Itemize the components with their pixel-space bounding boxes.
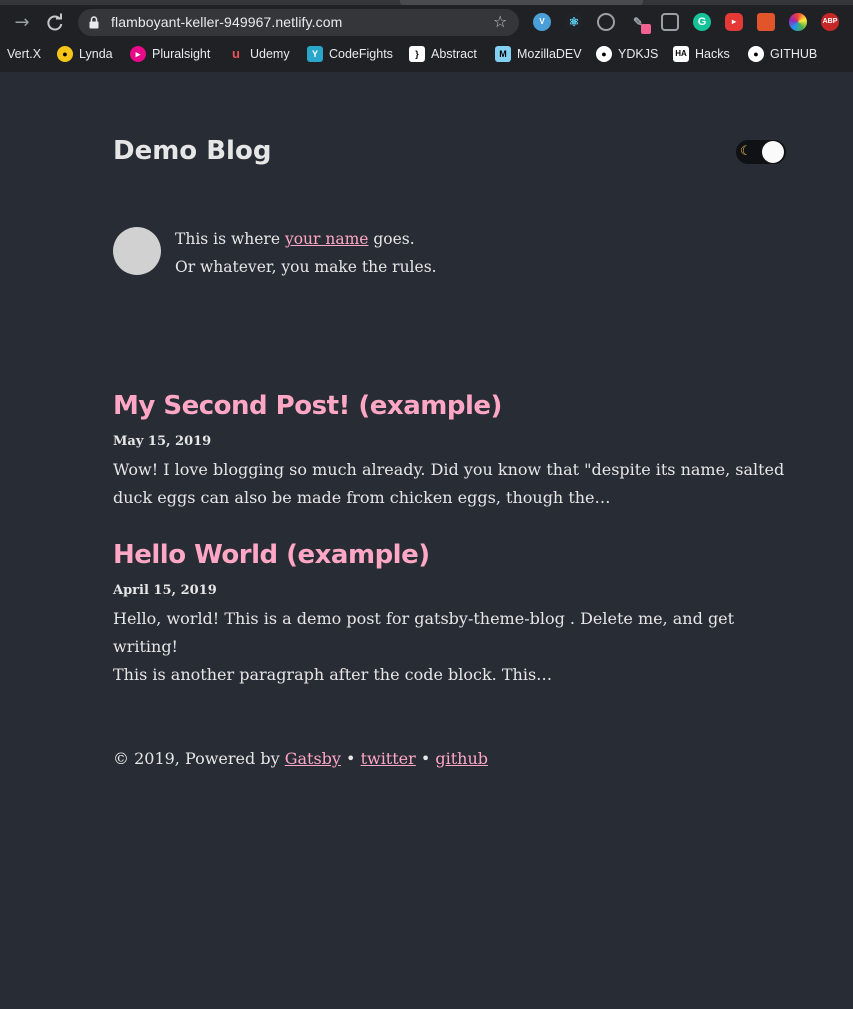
github-icon: ●	[596, 46, 612, 62]
color-picker-icon[interactable]	[789, 13, 807, 31]
bookmark-label: Hacks	[695, 47, 730, 61]
excerpt-line: Wow! I love blogging so much already. Di…	[113, 460, 785, 479]
bookmark-label: Lynda	[79, 47, 113, 61]
bookmark-hacks[interactable]: HA Hacks	[673, 44, 730, 64]
excerpt-line: This is another paragraph after the code…	[113, 665, 553, 684]
bio-name-link[interactable]: your name	[285, 230, 369, 248]
post-item: Hello World (example) April 15, 2019 Hel…	[113, 538, 785, 689]
post-item: My Second Post! (example) May 15, 2019 W…	[113, 389, 785, 512]
lock-icon	[89, 16, 99, 29]
bookmark-codefights[interactable]: Y CodeFights	[307, 44, 393, 64]
grammarly-icon[interactable]: G	[693, 13, 711, 31]
bookmark-ydkjs[interactable]: ● YDKJS	[596, 44, 658, 64]
bio-text: This is where your name goes. Or whateve…	[175, 225, 437, 281]
react-devtools-icon[interactable]: ⚛	[565, 13, 583, 31]
bookmark-label: CodeFights	[329, 47, 393, 61]
toggle-knob	[762, 141, 784, 163]
bookmark-label: MozillaDEV	[517, 47, 582, 61]
post-date: April 15, 2019	[113, 583, 217, 598]
post-date: May 15, 2019	[113, 434, 212, 449]
bookmark-label: Pluralsight	[152, 47, 211, 61]
bookmark-mozilladev[interactable]: M MozillaDEV	[495, 44, 582, 64]
bookmarks-bar: Vert.X ● Lynda ▸ Pluralsight u Udemy Y C…	[0, 42, 853, 66]
post-title-link[interactable]: Hello World (example)	[113, 538, 785, 572]
bookmark-label: YDKJS	[618, 47, 659, 61]
bookmark-vertx[interactable]: Vert.X	[7, 44, 41, 64]
github-link[interactable]: github	[435, 749, 488, 768]
bookmark-pluralsight[interactable]: ▸ Pluralsight	[130, 44, 210, 64]
mozilla-icon: M	[495, 46, 511, 62]
url-text: flamboyant-keller-949967.netlify.com	[111, 14, 343, 30]
bookmark-udemy[interactable]: u Udemy	[228, 44, 290, 64]
footer: © 2019, Powered by Gatsby • twitter • gi…	[113, 745, 488, 773]
adblock-plus-icon[interactable]: ABP	[821, 13, 839, 31]
hacks-icon: HA	[673, 46, 689, 62]
bio: This is where your name goes. Or whateve…	[113, 225, 785, 285]
abstract-icon: }	[409, 46, 425, 62]
site-title[interactable]: Demo Blog	[113, 134, 271, 168]
address-bar[interactable]: flamboyant-keller-949967.netlify.com ☆	[78, 9, 519, 36]
bookmark-label: Udemy	[250, 47, 290, 61]
twitter-link[interactable]: twitter	[361, 749, 416, 768]
extension-badge	[641, 24, 651, 34]
codefights-icon: Y	[307, 46, 323, 62]
post-excerpt: Hello, world! This is a demo post for ga…	[113, 605, 785, 689]
bookmark-abstract[interactable]: } Abstract	[409, 44, 477, 64]
forward-arrow-icon[interactable]: →	[11, 12, 33, 34]
browser-chrome: → flamboyant-keller-949967.netlify.com ☆…	[0, 0, 853, 72]
excerpt-line: Hello, world! This is a demo post for ga…	[113, 609, 735, 656]
reload-icon[interactable]	[44, 12, 66, 34]
excerpt-line: duck eggs can also be made from chicken …	[113, 488, 611, 507]
vimium-extension-icon[interactable]: V	[533, 13, 551, 31]
bookmark-label: Vert.X	[7, 47, 42, 61]
footer-separator: •	[415, 749, 436, 768]
pocket-icon[interactable]	[661, 13, 679, 31]
bookmark-label: Abstract	[431, 47, 477, 61]
lighthouse-icon[interactable]	[757, 13, 775, 31]
bio-line-1: This is where your name goes.	[175, 225, 437, 253]
theme-toggle[interactable]: ☾	[736, 140, 786, 164]
youtube-extension-icon[interactable]: ▸	[725, 13, 743, 31]
bookmark-label: GITHUB	[770, 47, 818, 61]
post-title-link[interactable]: My Second Post! (example)	[113, 389, 785, 423]
bio-suffix: goes.	[368, 230, 415, 248]
avatar	[113, 227, 161, 275]
github-icon: ●	[748, 46, 764, 62]
post-excerpt: Wow! I love blogging so much already. Di…	[113, 456, 785, 512]
bio-prefix: This is where	[175, 230, 285, 248]
target-extension-icon[interactable]	[597, 13, 615, 31]
footer-copyright: © 2019, Powered by	[113, 749, 285, 768]
footer-separator: •	[340, 749, 361, 768]
pluralsight-icon: ▸	[130, 46, 146, 62]
bookmark-lynda[interactable]: ● Lynda	[57, 44, 113, 64]
bio-line-2: Or whatever, you make the rules.	[175, 258, 437, 276]
moon-icon: ☾	[740, 144, 752, 159]
bookmark-star-icon[interactable]: ☆	[493, 12, 507, 32]
browser-toolbar: → flamboyant-keller-949967.netlify.com ☆…	[0, 5, 853, 40]
gatsby-link[interactable]: Gatsby	[285, 749, 341, 768]
udemy-icon: u	[232, 46, 240, 61]
bookmark-github[interactable]: ● GITHUB	[748, 44, 817, 64]
lynda-icon: ●	[57, 46, 73, 62]
